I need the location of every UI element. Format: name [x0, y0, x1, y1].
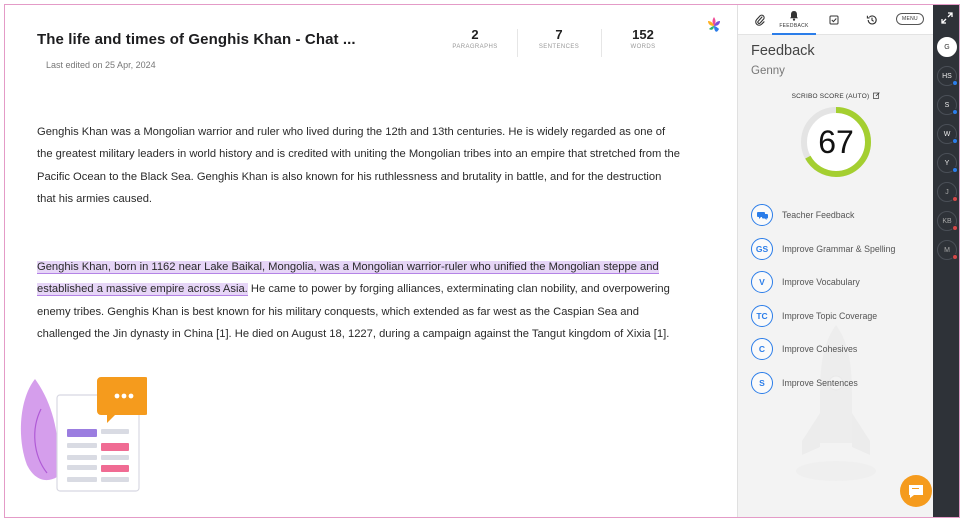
avatar-initials: J — [945, 188, 949, 196]
score-label-row: SCRIBO SCORE (AUTO) — [738, 92, 934, 101]
feedback-subtitle: Genny — [751, 65, 785, 77]
vocabulary-badge: V — [751, 271, 773, 294]
chat-button[interactable] — [900, 475, 932, 507]
chat-icon — [909, 484, 923, 498]
online-status-dot — [952, 109, 958, 115]
edit-icon[interactable] — [873, 92, 881, 101]
avatar-m[interactable]: M — [937, 240, 958, 260]
teacher-feedback-item[interactable]: Teacher Feedback — [751, 203, 931, 227]
brand-logo-icon — [708, 17, 720, 32]
panel-toolbar: FEEDBACK MENU — [738, 5, 934, 35]
paragraph-1[interactable]: Genghis Khan was a Mongolian warrior and… — [37, 121, 682, 211]
checkbox-icon — [829, 15, 839, 25]
online-status-dot — [952, 138, 958, 144]
avatar-g[interactable]: G — [937, 37, 957, 57]
last-edited-text: Last edited on 25 Apr, 2024 — [46, 60, 156, 70]
stat-sentences: 7 SENTENCES — [517, 25, 601, 59]
score-value: 67 — [818, 123, 854, 160]
paperclip-icon — [755, 14, 765, 26]
avatar-y[interactable]: Y — [937, 153, 958, 173]
feedback-panel: FEEDBACK MENU Feedback Genny SCRIBO SCOR… — [737, 5, 934, 517]
avatar-initials: W — [943, 130, 951, 138]
vocabulary-item[interactable]: V Improve Vocabulary — [751, 270, 931, 294]
avatar-j[interactable]: J — [937, 182, 958, 202]
topic-coverage-label: Improve Topic Coverage — [782, 310, 878, 321]
stat-words-label: WORDS — [630, 44, 656, 50]
tab-feedback-label: FEEDBACK — [779, 22, 809, 29]
stat-paragraphs-label: PARAGRAPHS — [452, 44, 498, 50]
grammar-spelling-item[interactable]: GS Improve Grammar & Spelling — [751, 237, 931, 261]
topic-coverage-item[interactable]: TC Improve Topic Coverage — [751, 304, 931, 328]
checklist-button[interactable] — [824, 5, 844, 35]
cohesives-item[interactable]: C Improve Cohesives — [751, 337, 931, 361]
bell-icon — [790, 10, 798, 21]
menu-button[interactable]: MENU — [896, 13, 924, 25]
stat-words-value: 152 — [632, 27, 654, 42]
collaborator-rail: G HS S W Y J KB M — [933, 5, 959, 517]
avatar-kb[interactable]: KB — [937, 211, 958, 231]
sentences-badge: S — [751, 371, 773, 394]
stat-paragraphs: 2 PARAGRAPHS — [433, 25, 517, 59]
stat-words: 152 WORDS — [601, 25, 685, 59]
offline-status-dot — [952, 196, 958, 202]
history-icon — [866, 15, 877, 25]
tab-feedback[interactable]: FEEDBACK — [772, 5, 816, 35]
avatar-initials: Y — [944, 159, 950, 167]
paragraph-2[interactable]: Genghis Khan, born in 1162 near Lake Bai… — [37, 256, 682, 346]
avatar-s[interactable]: S — [937, 95, 958, 115]
stat-paragraphs-value: 2 — [471, 27, 479, 42]
online-status-dot — [952, 167, 958, 173]
topic-coverage-badge: TC — [751, 304, 773, 327]
avatar-initials: HS — [942, 72, 952, 80]
cohesives-label: Improve Cohesives — [782, 344, 858, 355]
history-button[interactable] — [862, 5, 882, 35]
score-label: SCRIBO SCORE (AUTO) — [791, 93, 870, 101]
avatar-initials: G — [944, 43, 950, 51]
cohesives-badge: C — [751, 338, 773, 361]
document-title[interactable]: The life and times of Genghis Khan - Cha… — [37, 31, 356, 48]
app-frame: The life and times of Genghis Khan - Cha… — [4, 4, 960, 518]
grammar-badge: GS — [751, 237, 773, 260]
document-stats: 2 PARAGRAPHS 7 SENTENCES 152 WORDS — [433, 25, 685, 59]
online-status-dot — [952, 80, 958, 86]
offline-status-dot — [952, 225, 958, 231]
stat-sentences-value: 7 — [555, 27, 563, 42]
offline-status-dot — [952, 254, 958, 260]
grammar-spelling-label: Improve Grammar & Spelling — [782, 243, 896, 254]
vocabulary-label: Improve Vocabulary — [782, 277, 860, 288]
avatar-initials: M — [944, 246, 950, 254]
expand-icon[interactable] — [941, 12, 953, 24]
sentences-item[interactable]: S Improve Sentences — [751, 371, 931, 395]
stat-sentences-label: SENTENCES — [538, 44, 580, 50]
avatar-w[interactable]: W — [937, 124, 958, 144]
avatar-hs[interactable]: HS — [937, 66, 958, 86]
feedback-title: Feedback — [751, 43, 815, 59]
sentences-label: Improve Sentences — [782, 377, 858, 388]
avatar-initials: KB — [942, 217, 952, 225]
chat-bubbles-icon — [751, 204, 773, 226]
avatar-initials: S — [944, 101, 950, 109]
feedback-options: Teacher Feedback GS Improve Grammar & Sp… — [751, 203, 931, 405]
document-area: The life and times of Genghis Khan - Cha… — [5, 5, 737, 517]
teacher-feedback-label: Teacher Feedback — [782, 210, 855, 220]
attachment-button[interactable] — [750, 5, 770, 35]
document-chat-illustration-icon — [20, 377, 147, 492]
